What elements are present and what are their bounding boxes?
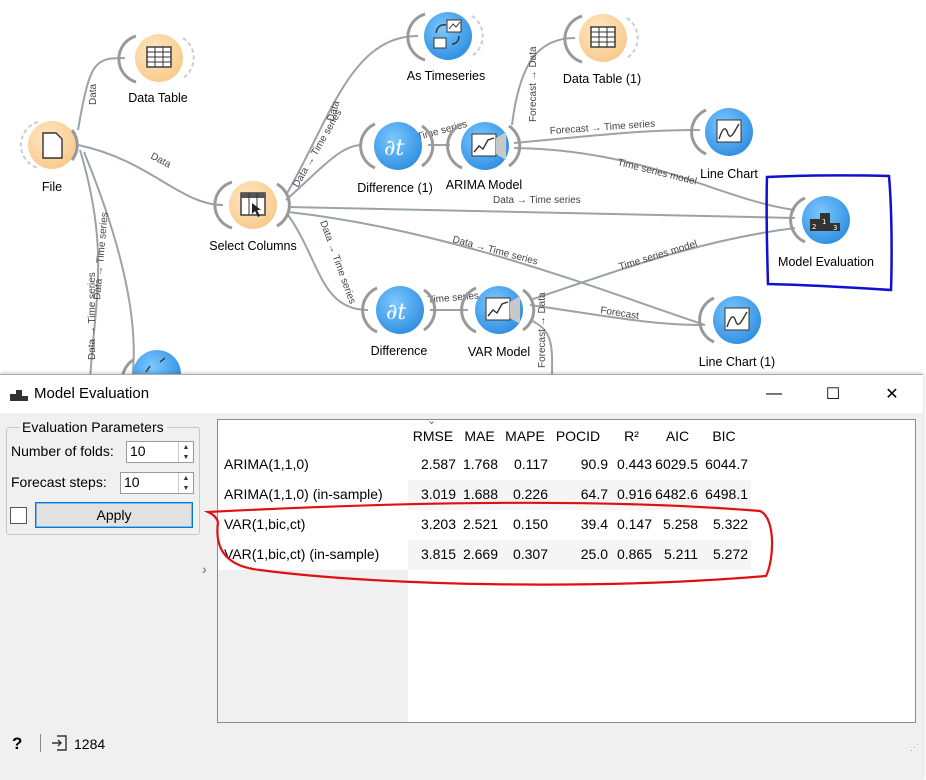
annotation-red-outline (203, 501, 774, 586)
